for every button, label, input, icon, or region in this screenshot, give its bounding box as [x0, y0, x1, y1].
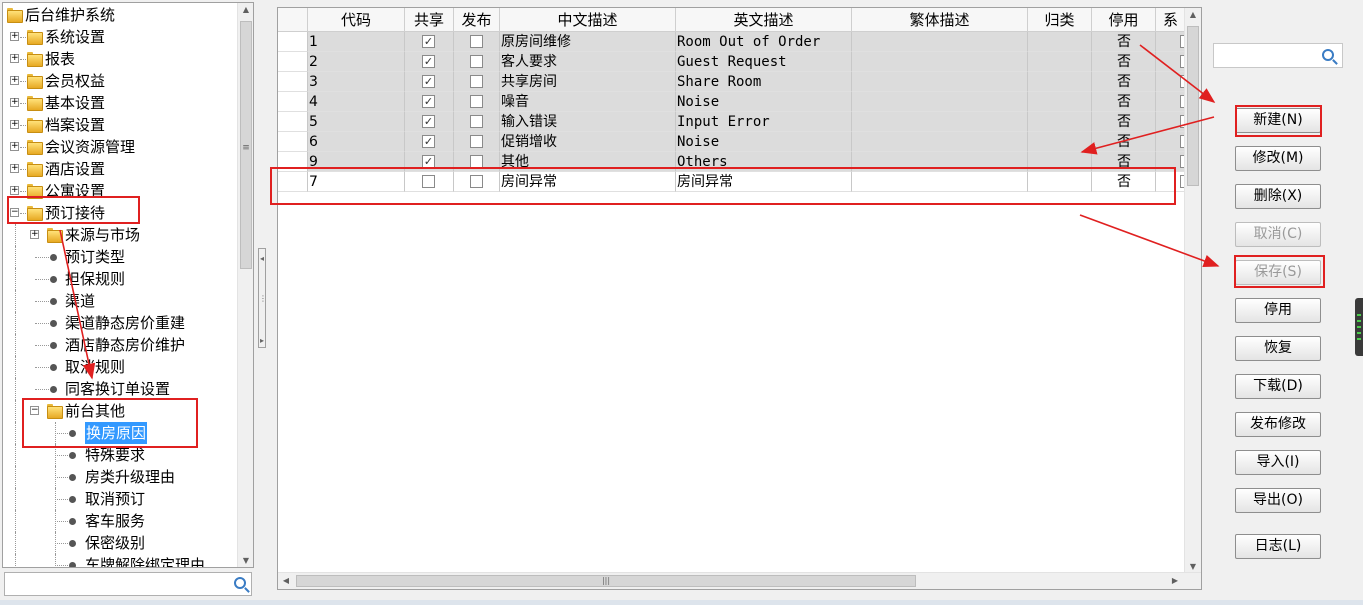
- arrow-to-frontdesk: [59, 229, 96, 380]
- arrow-to-new-button: [1139, 44, 1216, 103]
- arrow-to-new-row: [1080, 116, 1215, 155]
- arrow-to-save-button: [1079, 214, 1220, 268]
- annotation-arrows: [59, 44, 1220, 380]
- app-window: 后台维护系统 + 系统设置 + 报表 + 会员权益 + 基本设置 + 档案设置 + 会议资源管理 + 酒店设…: [0, 0, 1363, 605]
- bottom-strip: [0, 600, 1363, 605]
